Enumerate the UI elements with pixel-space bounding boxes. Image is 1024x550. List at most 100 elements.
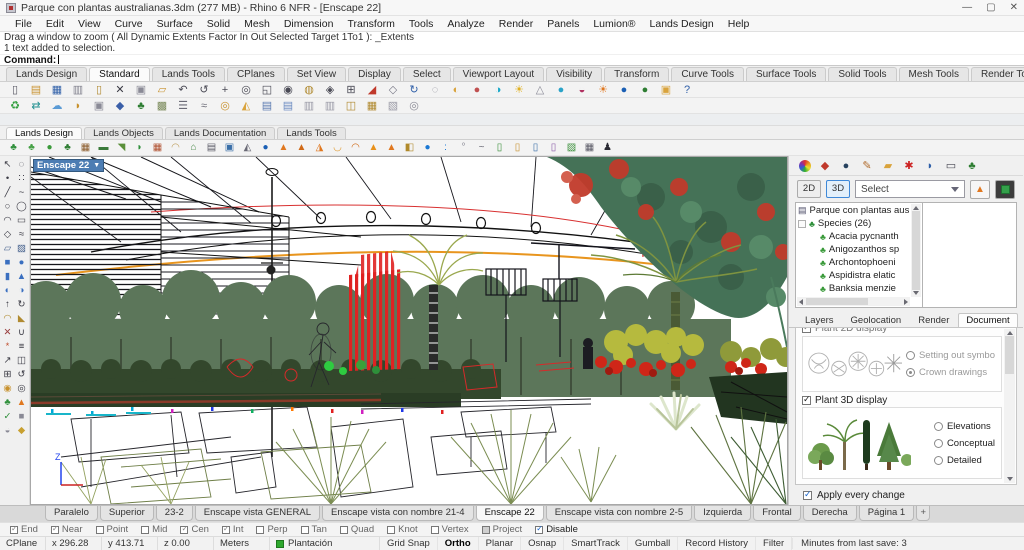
select-arrow-icon[interactable]: ↖ <box>1 158 15 171</box>
osnap-toggle[interactable]: Quad <box>340 524 374 535</box>
polygon-icon[interactable]: ◇ <box>1 228 15 241</box>
terrain-grid-icon[interactable]: ▩ <box>152 99 172 113</box>
lands-recycle-icon[interactable]: ♻ <box>5 99 25 113</box>
sphere-icon[interactable]: ● <box>15 256 29 269</box>
species-item[interactable]: ♣ Acacia pycnanth <box>798 230 910 243</box>
section-icon[interactable]: ≈ <box>194 99 214 113</box>
menu-item[interactable]: Transform <box>340 18 401 30</box>
viewport-tab[interactable]: Derecha <box>803 506 857 521</box>
scroll-up-icon[interactable] <box>1007 331 1013 335</box>
zoom-extents-icon[interactable]: ◈ <box>320 83 340 97</box>
osnap-toggle[interactable]: Mid <box>141 524 167 535</box>
lands-plant-icon[interactable]: ♣ <box>1 396 15 409</box>
window-min-icon[interactable]: ▥ <box>299 99 319 113</box>
viewport-tab[interactable]: Izquierda <box>694 506 751 521</box>
panel-tab[interactable]: Document <box>958 313 1017 327</box>
command-prompt-input[interactable]: Command: <box>0 54 1024 66</box>
rotate-icon[interactable]: ↺ <box>15 368 29 381</box>
doc-check-icon[interactable]: ▨ <box>563 141 580 155</box>
hedge-icon[interactable]: ▬ <box>95 141 112 155</box>
menu-item[interactable]: Solid <box>200 18 237 30</box>
plant-info-icon[interactable]: ♣ <box>59 141 76 155</box>
doc-zone-icon[interactable]: ▯ <box>527 141 544 155</box>
toolbar-tab[interactable]: Viewport Layout <box>453 67 545 81</box>
toolbar-tab[interactable]: CPlanes <box>227 67 285 81</box>
rotate-view-icon[interactable]: ↺ <box>194 83 214 97</box>
osnap-toggle[interactable]: Vertex <box>431 524 469 535</box>
surface-icon[interactable]: ▱ <box>1 242 15 255</box>
extrude-icon[interactable]: ↑ <box>1 298 15 311</box>
freeform-icon[interactable]: ≈ <box>15 228 29 241</box>
close-button[interactable]: ✕ <box>1010 2 1018 13</box>
spotlight-icon[interactable]: △ <box>530 83 550 97</box>
waterdrop-icon[interactable]: ● <box>419 141 436 155</box>
hide-icon[interactable]: ◒ <box>1 424 15 437</box>
setting-out-symbols-radio[interactable]: Setting out symbo <box>906 350 995 361</box>
menu-item[interactable]: Edit <box>39 18 71 30</box>
osnap-toggle[interactable]: Int <box>222 524 244 535</box>
orbit-icon[interactable]: ↻ <box>404 83 424 97</box>
circle-icon[interactable]: ○ <box>1 200 15 213</box>
shrub-icon[interactable]: ◥ <box>113 141 130 155</box>
hose-icon[interactable]: ~ <box>473 141 490 155</box>
scroll-right-icon[interactable] <box>904 299 908 305</box>
earth-icon[interactable]: ● <box>614 83 634 97</box>
mirror-icon[interactable]: ◫ <box>15 354 29 367</box>
line-icon[interactable]: ╱ <box>1 186 15 199</box>
view-3d-button[interactable]: 3D <box>826 180 850 198</box>
globe-icon[interactable]: ● <box>635 83 655 97</box>
material-icon[interactable]: ◆ <box>818 159 832 173</box>
osnap-toggle[interactable]: Knot <box>387 524 418 535</box>
raytrace-view-icon[interactable]: ◑ <box>488 83 508 97</box>
array-icon[interactable]: ⊞ <box>1 368 15 381</box>
undo-icon[interactable]: ↶ <box>173 83 193 97</box>
status-toggle[interactable]: Gumball <box>628 537 678 550</box>
viewport-tab[interactable]: Enscape vista GENERAL <box>195 506 320 521</box>
zoom-selected-icon[interactable]: ◍ <box>299 83 319 97</box>
lands-flower-icon[interactable]: ✱ <box>902 159 916 173</box>
shaded-view-icon[interactable]: ◐ <box>446 83 466 97</box>
window-tile-icon[interactable]: ▦ <box>362 99 382 113</box>
plant-2d-display-checkbox[interactable] <box>802 328 811 333</box>
move-icon[interactable]: ◇ <box>383 83 403 97</box>
lands-tab[interactable]: Lands Documentation <box>165 127 275 139</box>
tree-vertical-scrollbar[interactable] <box>911 204 921 297</box>
gumball-icon[interactable]: ◉ <box>1 382 15 395</box>
status-toggle[interactable]: Record History <box>678 537 756 550</box>
save-icon[interactable]: ▦ <box>47 83 67 97</box>
menu-item[interactable]: Help <box>721 18 757 30</box>
units-readout[interactable]: Meters <box>214 537 270 550</box>
status-toggle[interactable]: Planar <box>479 537 521 550</box>
new-viewport-tab-button[interactable]: + <box>916 506 930 521</box>
species-item[interactable]: ♣ Banksia menzie <box>798 282 910 295</box>
viewport-title-label[interactable]: Enscape 22▼ <box>33 159 104 172</box>
picture-icon[interactable]: ▣ <box>221 141 238 155</box>
viewport-tab[interactable]: Superior <box>100 506 154 521</box>
irrigation-icon[interactable]: : <box>437 141 454 155</box>
toolbar-tab[interactable]: Lands Design <box>6 67 87 81</box>
scroll-up-icon[interactable] <box>913 206 919 210</box>
sprinkler-icon[interactable]: ° <box>455 141 472 155</box>
zoom-dynamic-icon[interactable]: ◉ <box>278 83 298 97</box>
viewport-enscape-22[interactable]: Z Enscape 22▼ <box>30 156 788 505</box>
menu-item[interactable]: Curve <box>108 18 150 30</box>
window-cascade-icon[interactable]: ▤ <box>257 99 277 113</box>
terrain-path-icon[interactable]: ◮ <box>311 141 328 155</box>
conceptual-radio[interactable]: Conceptual <box>934 438 995 449</box>
copy-icon[interactable]: ▣ <box>131 83 151 97</box>
status-toggle[interactable]: SmartTrack <box>564 537 628 550</box>
viewport-tab[interactable]: Frontal <box>753 506 801 521</box>
leaf-icon[interactable]: ◗ <box>131 141 148 155</box>
cloud-icon[interactable]: ☁ <box>47 99 67 113</box>
terrain-icon[interactable]: ▲ <box>275 141 292 155</box>
zoom-to-plant-button[interactable]: ▲ <box>970 180 990 199</box>
species-item[interactable]: ♣ Archontophoeni <box>798 256 910 269</box>
osnap-toggle[interactable]: Near <box>51 524 83 535</box>
arc-icon[interactable]: ◠ <box>1 214 15 227</box>
terrain-divide-icon[interactable]: ◠ <box>347 141 364 155</box>
osnap-toggle[interactable]: Disable <box>535 524 578 535</box>
explode-icon[interactable]: * <box>1 340 15 353</box>
print-icon[interactable]: ▥ <box>68 83 88 97</box>
tree-species-group[interactable]: ♣ Species (26) <box>798 217 910 230</box>
point-icon[interactable]: • <box>1 172 15 185</box>
